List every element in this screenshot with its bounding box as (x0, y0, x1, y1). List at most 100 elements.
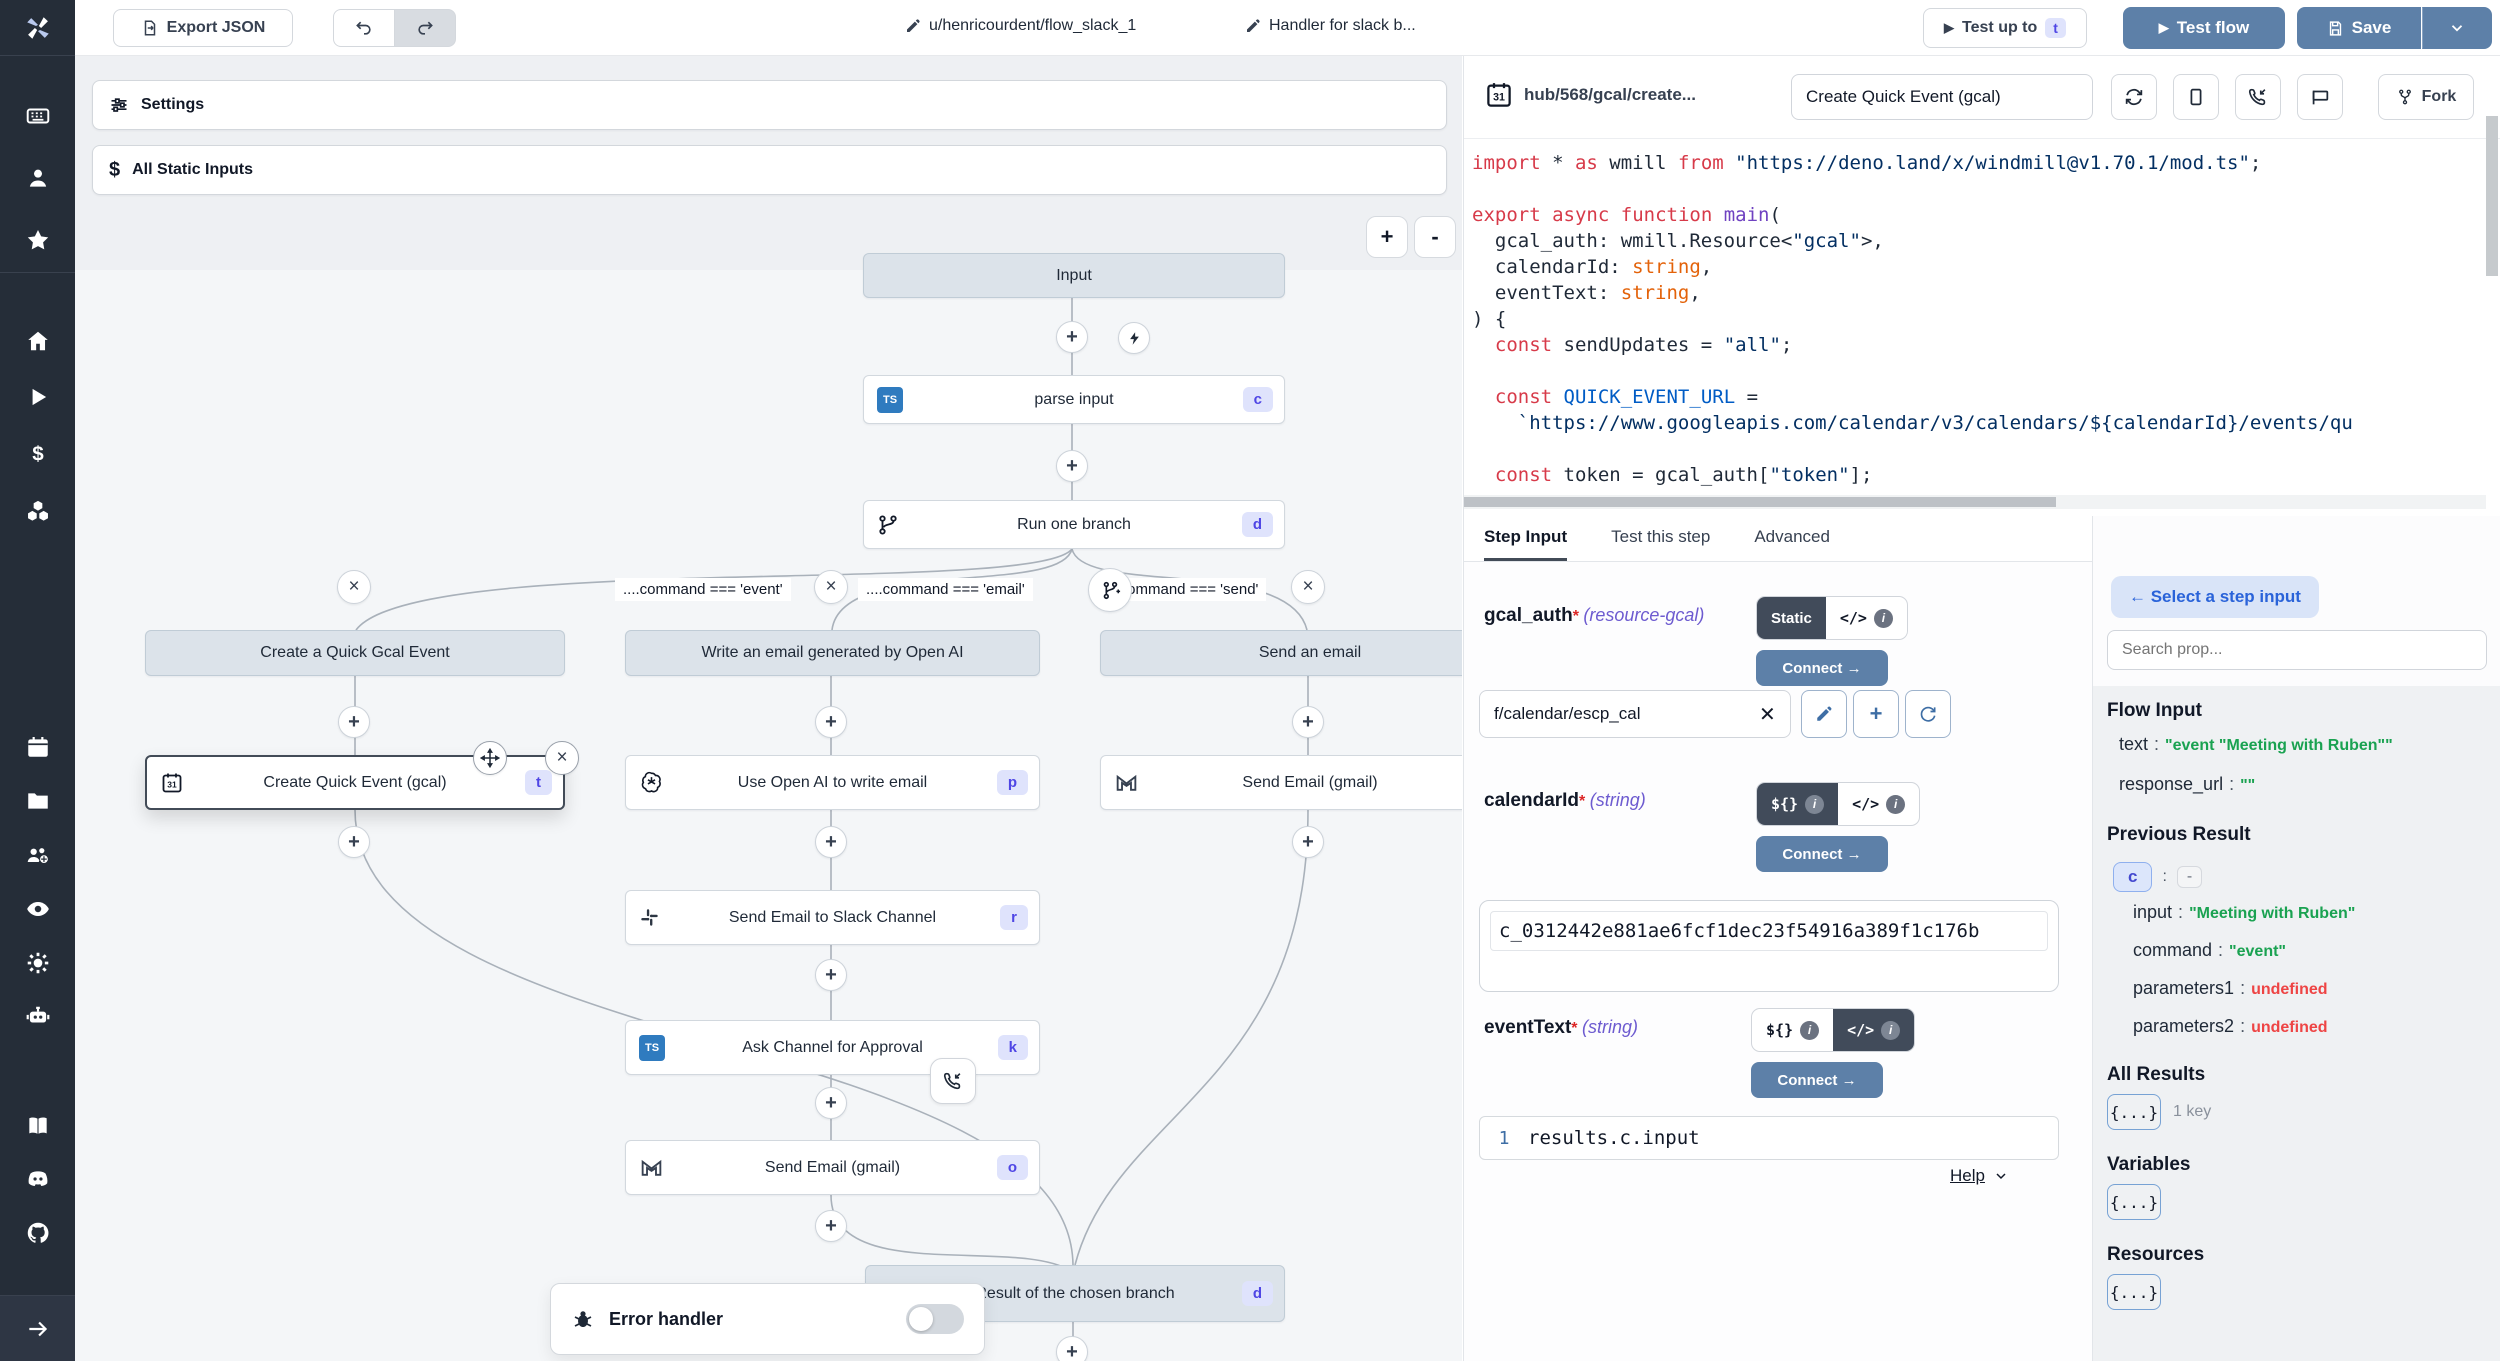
collapse-button[interactable]: - (2177, 866, 2202, 888)
delete-step-button[interactable]: × (545, 741, 579, 775)
container-button[interactable] (2173, 74, 2219, 120)
test-flow-button[interactable]: ▶ Test flow (2123, 7, 2285, 49)
sidebar-item-eye[interactable] (24, 895, 52, 923)
zoom-in-button[interactable]: + (1366, 216, 1408, 258)
sidebar-item-user[interactable] (24, 164, 52, 192)
suspend-step-button[interactable] (2235, 74, 2281, 120)
code-vertical-scrollbar[interactable] (2486, 116, 2498, 276)
sidebar-item-robot[interactable] (24, 1002, 52, 1030)
flow-summary[interactable]: Handler for slack b... (1245, 17, 1416, 35)
delete-branch-button[interactable]: × (814, 570, 848, 604)
toggle-static[interactable]: Static (1757, 597, 1826, 639)
error-handler-bar[interactable]: Error handler (550, 1283, 985, 1355)
calendar-id-connect-button[interactable]: Connect → (1756, 836, 1888, 872)
flow-node-b1[interactable]: Create a Quick Gcal Event (145, 630, 565, 676)
all-static-inputs-bar[interactable]: $ All Static Inputs (92, 145, 1447, 195)
calendar-id-mode-toggle[interactable]: ${}i </>i (1756, 782, 1920, 826)
sidebar-item-cubes[interactable] (24, 497, 52, 525)
save-button[interactable]: Save (2297, 7, 2421, 49)
fork-script-button[interactable]: Fork (2378, 74, 2474, 120)
trigger-bolt-button[interactable] (1118, 322, 1150, 354)
prop-row-input[interactable]: input:"Meeting with Ruben" (2133, 902, 2355, 923)
edit-resource-button[interactable] (1801, 690, 1847, 738)
prop-row-text[interactable]: text:"event "Meeting with Ruben"" (2119, 734, 2393, 755)
calendar-id-input[interactable] (1490, 911, 2048, 951)
add-branch-button[interactable] (1088, 568, 1132, 612)
previous-result-step-chip[interactable]: c (2113, 862, 2152, 892)
add-step-button[interactable]: + (1056, 450, 1088, 482)
error-handler-toggle[interactable] (906, 1304, 964, 1334)
flow-node-gmail2[interactable]: Send Email (gmail)o (625, 1140, 1040, 1195)
undo-button[interactable] (333, 9, 395, 47)
redo-button[interactable] (394, 9, 456, 47)
prop-row-command[interactable]: command:"event" (2133, 940, 2286, 961)
sync-script-button[interactable] (2111, 74, 2157, 120)
add-step-button[interactable]: + (338, 706, 370, 738)
event-text-connect-button[interactable]: Connect → (1751, 1062, 1883, 1098)
flow-node-s2[interactable]: Use Open AI to write emailp (625, 755, 1040, 810)
step-name-input[interactable] (1791, 74, 2093, 120)
flow-path[interactable]: u/henricourdent/flow_slack_1 (905, 17, 1136, 35)
toggle-javascript[interactable]: </>i (1833, 1009, 1914, 1051)
delete-branch-button[interactable]: × (1291, 570, 1325, 604)
suspend-indicator-button[interactable] (930, 1058, 976, 1104)
flow-node-run[interactable]: Run one branchd (863, 500, 1285, 549)
sidebar-item-star[interactable] (24, 226, 52, 254)
sidebar-item-calendar[interactable] (24, 733, 52, 761)
flow-node-s3[interactable]: Send Email (gmail) (1100, 755, 1462, 810)
sidebar-item-groups[interactable] (24, 841, 52, 869)
toggle-static[interactable]: ${}i (1752, 1009, 1833, 1051)
resources-expand-button[interactable]: {...} (2107, 1274, 2161, 1310)
calendar-id-input-box[interactable] (1479, 900, 2059, 992)
sidebar-item-dollar[interactable]: $ (24, 440, 52, 468)
select-step-input-button[interactable]: ← Select a step input (2111, 576, 2319, 618)
test-up-to-button[interactable]: ▶ Test up to t (1923, 8, 2087, 48)
all-results-expand-button[interactable]: {...} (2107, 1094, 2161, 1130)
prop-row-response_url[interactable]: response_url:"" (2119, 774, 2255, 795)
add-step-button[interactable]: + (815, 706, 847, 738)
flow-node-approval[interactable]: TSAsk Channel for Approvalk (625, 1020, 1040, 1075)
sidebar-item-folder[interactable] (24, 787, 52, 815)
add-step-button[interactable]: + (1292, 826, 1324, 858)
add-step-button[interactable]: + (815, 826, 847, 858)
sleep-step-button[interactable] (2297, 74, 2343, 120)
flow-node-slack[interactable]: Send Email to Slack Channelr (625, 890, 1040, 945)
windmill-logo[interactable] (0, 0, 75, 56)
add-step-button[interactable]: + (815, 1087, 847, 1119)
sidebar-expand-button[interactable] (0, 1295, 75, 1361)
flow-settings-bar[interactable]: Settings (92, 80, 1447, 130)
clear-resource-icon[interactable]: ✕ (1759, 702, 1776, 727)
tab-advanced[interactable]: Advanced (1754, 516, 1830, 561)
toggle-javascript[interactable]: </>i (1826, 597, 1907, 639)
add-step-button[interactable]: + (1292, 706, 1324, 738)
delete-branch-button[interactable]: × (337, 570, 371, 604)
add-step-button[interactable]: + (338, 826, 370, 858)
tab-step-input[interactable]: Step Input (1484, 516, 1567, 561)
search-prop-input[interactable] (2107, 630, 2487, 670)
sidebar-item-play[interactable] (24, 383, 52, 411)
sidebar-item-apps[interactable] (24, 102, 52, 130)
gcal-auth-mode-toggle[interactable]: Static </>i (1756, 596, 1908, 640)
toggle-static[interactable]: ${}i (1757, 783, 1838, 825)
flow-node-b2[interactable]: Write an email generated by Open AI (625, 630, 1040, 676)
sidebar-item-discord[interactable] (24, 1165, 52, 1193)
zoom-out-button[interactable]: - (1414, 216, 1456, 258)
flow-node-b3[interactable]: Send an email (1100, 630, 1462, 676)
event-text-mode-toggle[interactable]: ${}i </>i (1751, 1008, 1915, 1052)
help-link[interactable]: Help (1950, 1166, 2009, 1186)
save-menu-button[interactable] (2422, 7, 2492, 49)
prop-row-parameters1[interactable]: parameters1:undefined (2133, 978, 2328, 999)
move-step-button[interactable] (473, 741, 507, 775)
sidebar-item-book[interactable] (24, 1112, 52, 1140)
add-step-button[interactable]: + (1056, 1336, 1088, 1361)
sidebar-item-home[interactable] (24, 327, 52, 355)
add-step-button[interactable]: + (815, 1210, 847, 1242)
sidebar-item-gear[interactable] (24, 949, 52, 977)
code-horizontal-scrollbar[interactable] (1464, 495, 2486, 509)
add-resource-button[interactable]: + (1853, 690, 1899, 738)
toggle-javascript[interactable]: </>i (1838, 783, 1919, 825)
export-json-button[interactable]: Export JSON (113, 9, 293, 47)
tab-test-this-step[interactable]: Test this step (1611, 516, 1710, 561)
flow-node-parse[interactable]: TSparse inputc (863, 375, 1285, 424)
add-step-button[interactable]: + (1056, 321, 1088, 353)
